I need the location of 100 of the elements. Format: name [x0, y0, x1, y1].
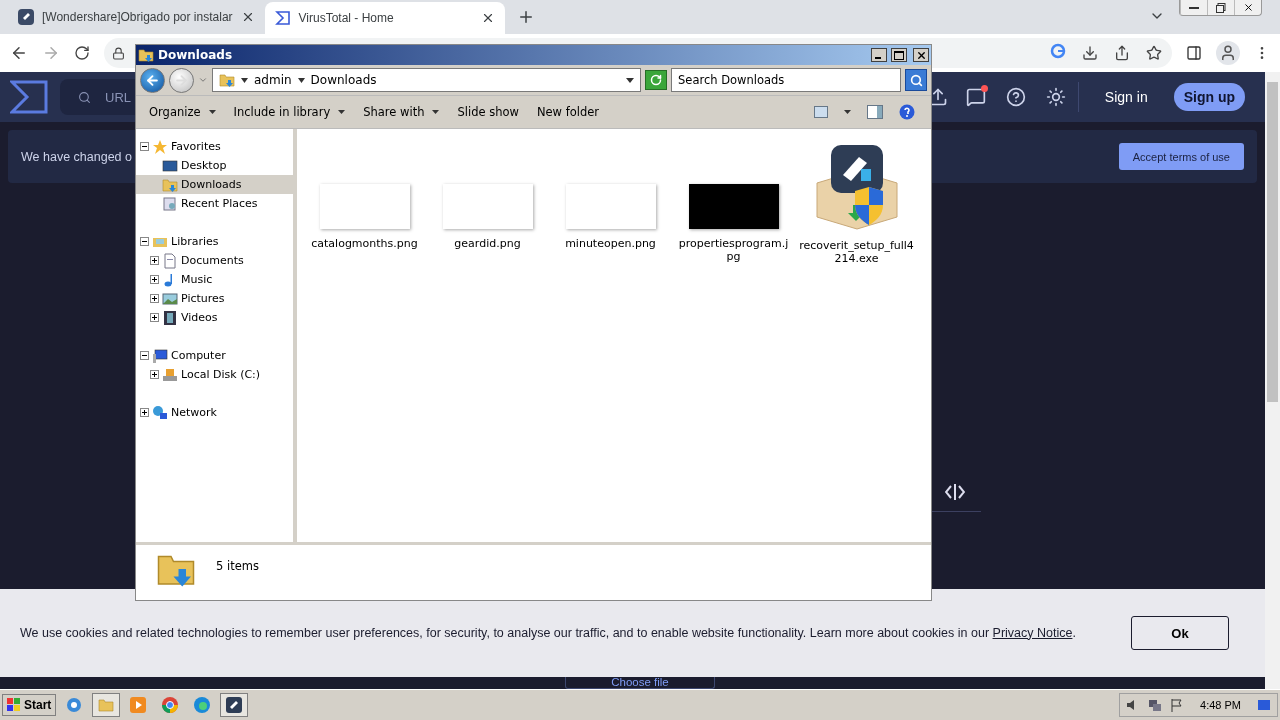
sigma-logo-icon[interactable]: [10, 80, 48, 114]
tree-item[interactable]: Music: [136, 270, 293, 289]
back-button[interactable]: [140, 67, 165, 93]
search-icon: [78, 90, 91, 104]
monitor-icon: [162, 157, 178, 174]
tree-item[interactable]: Local Disk (C:): [136, 365, 293, 384]
lock-icon: [112, 46, 125, 60]
clock[interactable]: 4:48 PM: [1200, 699, 1241, 711]
tree-item[interactable]: Libraries: [136, 232, 293, 251]
tree-item[interactable]: Downloads: [136, 175, 293, 194]
file-name: recoverit_setup_full4214.exe: [799, 239, 914, 265]
tree-item[interactable]: Videos: [136, 308, 293, 327]
search-field[interactable]: Search Downloads: [671, 68, 901, 92]
side-panel-icon[interactable]: [1186, 45, 1202, 61]
sign-up-button[interactable]: Sign up: [1173, 83, 1245, 111]
star-icon: [152, 138, 168, 155]
collapse-toggle[interactable]: [140, 142, 149, 151]
caret-icon: [208, 110, 216, 114]
refresh-button[interactable]: [645, 70, 667, 90]
notification-dot-icon: [980, 85, 988, 92]
code-compare-icon[interactable]: [945, 483, 965, 501]
scrollbar[interactable]: [1265, 72, 1280, 689]
ok-button[interactable]: Ok: [1131, 616, 1229, 650]
recent-places-icon: [162, 195, 178, 212]
computer-icon: [152, 347, 168, 364]
tree-item[interactable]: Network: [136, 403, 293, 422]
toolbar-button[interactable]: Slide show: [450, 99, 526, 125]
sign-in-link[interactable]: Sign in: [1104, 89, 1148, 105]
caret-icon: [432, 110, 440, 114]
minimize-button[interactable]: [871, 48, 887, 62]
caret-icon[interactable]: [626, 77, 634, 83]
preview-pane-icon[interactable]: [867, 105, 883, 119]
accept-terms-button[interactable]: Accept terms of use: [1118, 143, 1244, 170]
file-name: geardid.png: [454, 237, 521, 250]
expand-toggle[interactable]: [150, 313, 159, 322]
expand-toggle[interactable]: [150, 370, 159, 379]
search-icon: [909, 73, 923, 87]
download-icon[interactable]: [1082, 45, 1098, 61]
flag-icon[interactable]: [1170, 698, 1185, 712]
search-button[interactable]: [905, 69, 927, 91]
cookie-text: We use cookies and related technologies to remember user preferences, for security, to analyse our traffic, and to enable website functionality. Learn more about cookies in our Privacy Notice.: [20, 624, 1077, 642]
tree-item[interactable]: Pictures: [136, 289, 293, 308]
theme-icon[interactable]: [1045, 87, 1066, 107]
toolbar-button[interactable]: Organize: [142, 99, 223, 125]
chat-icon[interactable]: [965, 87, 986, 107]
share-icon[interactable]: [1114, 45, 1130, 61]
sigma-logo-icon: [274, 10, 291, 26]
network-icon[interactable]: [1148, 698, 1163, 712]
caret-icon[interactable]: [297, 77, 305, 83]
help-icon[interactable]: [899, 104, 915, 120]
toolbar-button[interactable]: Include in library: [226, 99, 353, 125]
back-icon: [145, 72, 160, 88]
disk-drive-icon: [162, 366, 178, 383]
file-item[interactable]: minuteopen.png: [553, 143, 668, 250]
app-taskbar-icon[interactable]: [220, 693, 249, 717]
star-icon[interactable]: [1146, 45, 1162, 61]
view-icon[interactable]: [814, 106, 828, 118]
maximize-button[interactable]: [891, 48, 907, 62]
tree-item[interactable]: Desktop: [136, 156, 293, 175]
expand-toggle[interactable]: [140, 408, 149, 417]
desktop-icon[interactable]: [1257, 698, 1271, 712]
address-field[interactable]: admin Downloads: [212, 68, 641, 92]
reload-icon[interactable]: [74, 45, 90, 61]
tree-item[interactable]: Computer: [136, 346, 293, 365]
file-name: propertiesprogram.jpg: [677, 237, 790, 263]
close-button[interactable]: [913, 48, 929, 62]
file-item[interactable]: geardid.png: [430, 143, 545, 250]
picture-icon: [162, 290, 178, 307]
collapse-toggle[interactable]: [140, 237, 149, 246]
breadcrumb-item[interactable]: Downloads: [310, 73, 377, 87]
toolbar-button[interactable]: New folder: [529, 99, 606, 125]
file-item[interactable]: recoverit_setup_full4214.exe: [799, 143, 914, 265]
windows-logo-icon: [7, 698, 21, 712]
caret-icon: [338, 110, 346, 114]
toolbar-button[interactable]: Share with: [356, 99, 447, 125]
folder-icon: [98, 697, 115, 713]
browser-tab[interactable]: [Wondershare]Obrigado por instalar: [8, 2, 265, 32]
start-button[interactable]: Start: [2, 694, 57, 716]
expand-toggle[interactable]: [150, 275, 159, 284]
file-item[interactable]: catalogmonths.png: [307, 143, 422, 250]
expand-toggle[interactable]: [150, 294, 159, 303]
folder-taskbar-icon[interactable]: [92, 693, 121, 717]
folder-icon: [138, 47, 154, 63]
profile-icon[interactable]: [1216, 41, 1240, 65]
browser-tab[interactable]: VirusTotal - Home: [264, 2, 505, 34]
forward-button[interactable]: [169, 67, 194, 93]
back-icon[interactable]: [10, 44, 28, 62]
collapse-toggle[interactable]: [140, 351, 149, 360]
tree-item[interactable]: Favorites: [136, 137, 293, 156]
film-icon: [162, 309, 178, 326]
file-item[interactable]: propertiesprogram.jpg: [676, 143, 791, 263]
app-logo-icon: [18, 9, 34, 25]
breadcrumb-item[interactable]: admin: [254, 73, 292, 87]
caret-icon[interactable]: [844, 110, 851, 114]
expand-toggle[interactable]: [150, 256, 159, 265]
notice-text: We have changed o: [21, 149, 132, 164]
caret-icon[interactable]: [241, 77, 248, 83]
help-icon[interactable]: [1005, 87, 1026, 107]
tree-item[interactable]: Documents: [136, 251, 293, 270]
tree-item[interactable]: Recent Places: [136, 194, 293, 213]
